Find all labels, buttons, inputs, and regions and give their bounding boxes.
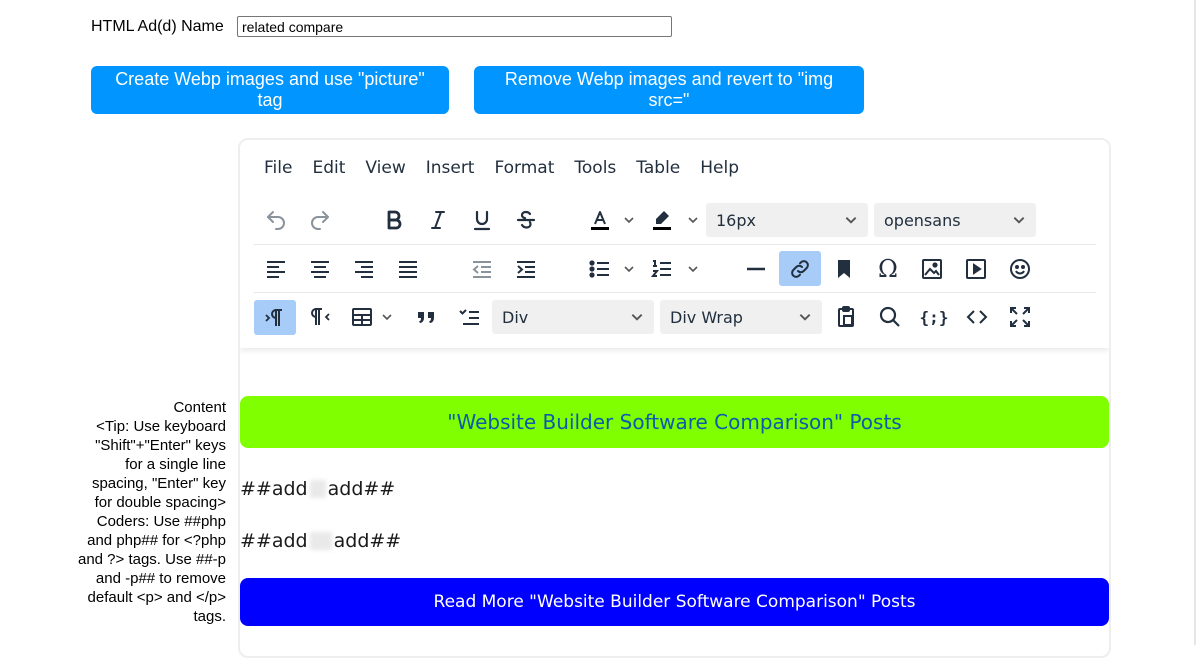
highlight-color-icon[interactable] — [646, 204, 678, 236]
text-color-icon[interactable] — [584, 204, 616, 236]
content-label: Content <Tip: Use keyboard "Shift"+"Ente… — [76, 398, 226, 626]
bold-icon[interactable] — [378, 204, 410, 236]
page-edge-rule — [1194, 0, 1196, 645]
fullscreen-icon[interactable] — [1004, 301, 1036, 333]
add-placeholder-start: ##add — [240, 530, 308, 552]
menu-table[interactable]: Table — [626, 158, 690, 178]
font-size-chevron-down-icon — [845, 217, 857, 224]
checklist-icon[interactable] — [454, 301, 486, 333]
ad-name-label: HTML Ad(d) Name — [91, 18, 224, 35]
div-wrap-select[interactable]: Div Wrap — [660, 300, 822, 334]
menu-edit[interactable]: Edit — [302, 158, 355, 178]
font-family-chevron-down-icon — [1013, 217, 1025, 224]
font-family-value: opensans — [884, 210, 961, 230]
outdent-icon[interactable] — [466, 253, 498, 285]
menu-file[interactable]: File — [254, 158, 302, 178]
block-format-value: Div — [502, 307, 529, 327]
content-label-tip: <Tip: Use keyboard "Shift"+"Enter" keys … — [77, 418, 226, 625]
highlight-chevron-down-icon[interactable] — [686, 204, 700, 236]
font-size-value: 16px — [716, 210, 756, 230]
redacted-text — [309, 480, 326, 498]
create-webp-button[interactable]: Create Webp images and use "picture" tag — [91, 66, 449, 114]
rtl-icon[interactable] — [304, 301, 336, 333]
bullet-list-chevron-down-icon[interactable] — [622, 253, 636, 285]
add-placeholder-end: add## — [327, 478, 396, 500]
image-icon[interactable] — [916, 253, 948, 285]
underline-icon[interactable] — [466, 204, 498, 236]
numbered-list-chevron-down-icon[interactable] — [686, 253, 700, 285]
remove-webp-button[interactable]: Remove Webp images and revert to "img sr… — [474, 66, 864, 114]
toolbar-separator — [254, 244, 1096, 245]
redacted-text — [309, 532, 332, 550]
numbered-list-icon[interactable] — [646, 253, 678, 285]
text-color-chevron-down-icon[interactable] — [622, 204, 636, 236]
align-center-icon[interactable] — [304, 253, 336, 285]
undo-icon[interactable] — [260, 204, 292, 236]
add-placeholder-start: ##add — [240, 478, 308, 500]
content-label-title: Content — [173, 399, 226, 416]
indent-icon[interactable] — [510, 253, 542, 285]
italic-icon[interactable] — [422, 204, 454, 236]
redo-icon[interactable] — [304, 204, 336, 236]
emoji-icon[interactable] — [1004, 253, 1036, 285]
paste-icon[interactable] — [830, 301, 862, 333]
font-size-select[interactable]: 16px — [706, 203, 868, 237]
link-icon[interactable] — [779, 251, 821, 286]
table-icon[interactable] — [346, 301, 378, 333]
font-family-select[interactable]: opensans — [874, 203, 1036, 237]
media-icon[interactable] — [960, 253, 992, 285]
read-more-block[interactable]: Read More "Website Builder Software Comp… — [240, 578, 1109, 626]
editor-toolbar: File Edit View Insert Format Tools Table… — [240, 140, 1109, 348]
add-placeholder-line[interactable]: ##add add## — [240, 478, 395, 500]
block-format-chevron-down-icon — [631, 314, 643, 321]
menu-tools[interactable]: Tools — [564, 158, 626, 178]
blockquote-icon[interactable] — [410, 301, 442, 333]
menu-help[interactable]: Help — [690, 158, 749, 178]
block-format-select[interactable]: Div — [492, 300, 654, 334]
editor-menubar: File Edit View Insert Format Tools Table… — [254, 158, 749, 178]
div-wrap-value: Div Wrap — [670, 307, 743, 327]
div-wrap-chevron-down-icon — [799, 314, 811, 321]
bullet-list-icon[interactable] — [584, 253, 616, 285]
source-code-icon[interactable] — [961, 301, 993, 333]
horizontal-rule-icon[interactable] — [740, 253, 772, 285]
search-icon[interactable] — [874, 301, 906, 333]
content-heading-block[interactable]: "Website Builder Software Comparison" Po… — [240, 396, 1109, 448]
align-right-icon[interactable] — [348, 253, 380, 285]
code-sample-icon[interactable]: {;} — [918, 301, 950, 333]
bookmark-icon[interactable] — [828, 253, 860, 285]
menu-view[interactable]: View — [355, 158, 415, 178]
add-placeholder-line[interactable]: ##add add## — [240, 530, 401, 552]
ad-name-input[interactable] — [237, 16, 672, 37]
strikethrough-icon[interactable] — [510, 204, 542, 236]
table-chevron-down-icon[interactable] — [380, 301, 394, 333]
menu-format[interactable]: Format — [484, 158, 564, 178]
rich-text-editor: File Edit View Insert Format Tools Table… — [238, 138, 1111, 658]
ltr-icon[interactable] — [254, 300, 296, 335]
omega-icon[interactable]: Ω — [872, 253, 904, 285]
menu-insert[interactable]: Insert — [416, 158, 485, 178]
align-justify-icon[interactable] — [392, 253, 424, 285]
toolbar-separator — [254, 292, 1096, 293]
align-left-icon[interactable] — [260, 253, 292, 285]
add-placeholder-end: add## — [333, 530, 402, 552]
